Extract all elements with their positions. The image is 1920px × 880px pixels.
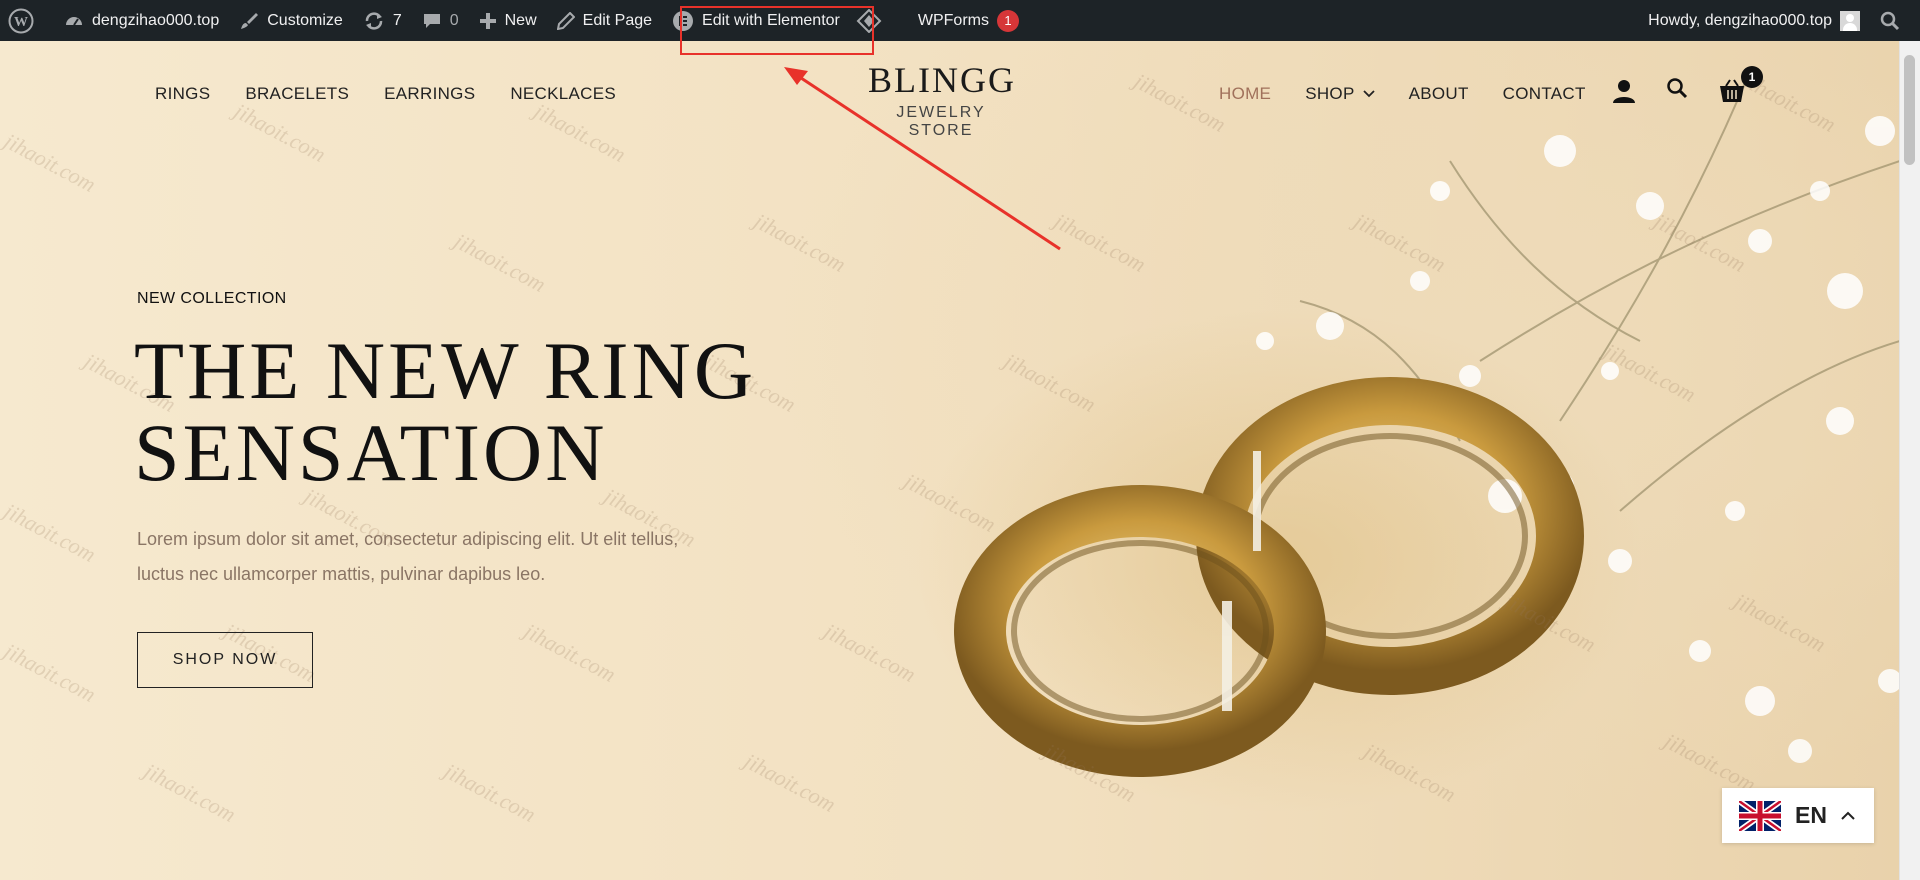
brush-icon — [241, 12, 259, 29]
edit-page-label: Edit Page — [582, 11, 653, 29]
edit-with-elementor-link[interactable]: Edit with Elementor — [662, 0, 850, 41]
edit-page-link[interactable]: Edit Page — [547, 0, 662, 41]
svg-text:W: W — [14, 15, 28, 30]
my-account-link[interactable]: Howdy, dengzihao000.top — [1638, 0, 1870, 41]
wordpress-icon[interactable]: W — [0, 0, 54, 41]
hero-kicker: NEW COLLECTION — [137, 290, 287, 307]
user-icon[interactable] — [1612, 78, 1636, 104]
logo-subtitle: JEWELRY STORE — [896, 104, 986, 139]
refresh-icon — [365, 11, 383, 30]
language-code: EN — [1795, 802, 1827, 828]
hero-description-line-1: Lorem ipsum dolor sit amet, consectetur … — [137, 529, 679, 549]
nav-item-rings[interactable]: RINGS — [155, 84, 210, 104]
main-nav: HOME SHOP ABOUT CONTACT — [1219, 84, 1586, 104]
site-name-link[interactable]: dengzihao000.top — [54, 0, 229, 41]
wp-admin-bar: W dengzihao000.top Customize 7 0 New Edi… — [0, 0, 1920, 41]
header-icons: 1 — [1612, 66, 1763, 104]
pencil-icon — [556, 11, 575, 30]
avatar — [1840, 10, 1860, 31]
chevron-up-icon — [1841, 811, 1855, 820]
nav-item-home[interactable]: HOME — [1219, 84, 1271, 104]
page-scrollbar[interactable] — [1899, 41, 1920, 880]
comment-icon — [423, 13, 440, 28]
edit-with-elementor-label: Edit with Elementor — [702, 11, 840, 29]
updates-count: 7 — [392, 11, 402, 29]
customize-label: Customize — [267, 11, 343, 29]
wpforms-notification-badge: 1 — [996, 9, 1019, 32]
nav-item-contact[interactable]: CONTACT — [1503, 84, 1586, 104]
elementor-icon — [673, 10, 694, 31]
cart-button[interactable]: 1 — [1718, 66, 1763, 104]
updates-link[interactable]: 7 — [353, 0, 412, 41]
diamond-icon[interactable] — [850, 0, 904, 41]
new-content-link[interactable]: New — [469, 0, 547, 41]
language-switcher[interactable]: EN — [1722, 788, 1874, 843]
hero-headline: THE NEW RING SENSATION — [134, 330, 854, 494]
comments-link[interactable]: 0 — [412, 0, 469, 41]
customize-link[interactable]: Customize — [229, 0, 353, 41]
nav-item-necklaces[interactable]: NECKLACES — [510, 84, 616, 104]
nav-item-about[interactable]: ABOUT — [1409, 84, 1469, 104]
uk-flag-icon — [1739, 800, 1781, 831]
dashboard-icon — [66, 16, 82, 26]
nav-item-shop[interactable]: SHOP — [1305, 84, 1375, 104]
hero-description-line-2: luctus nec ullamcorper mattis, pulvinar … — [137, 564, 546, 584]
wpforms-label: WPForms — [917, 11, 989, 29]
admin-search-button[interactable] — [1870, 0, 1920, 41]
cart-count-badge: 1 — [1741, 66, 1763, 88]
hero-headline-line-1: THE NEW RING — [134, 325, 757, 416]
site-name-label: dengzihao000.top — [92, 11, 220, 29]
wpforms-link[interactable]: WPForms 1 — [904, 0, 1029, 41]
hero-headline-line-2: SENSATION — [134, 407, 608, 498]
nav-item-bracelets[interactable]: BRACELETS — [245, 84, 349, 104]
scrollbar-thumb[interactable] — [1904, 55, 1915, 165]
logo-title: BLINGG — [868, 60, 1016, 100]
category-nav: RINGS BRACELETS EARRINGS NECKLACES — [155, 84, 616, 104]
comments-count: 0 — [449, 11, 459, 29]
search-icon — [1880, 11, 1900, 30]
howdy-label: Howdy, dengzihao000.top — [1648, 11, 1832, 29]
site-logo[interactable]: BLINGG JEWELRY STORE — [868, 60, 1014, 140]
hero-description: Lorem ipsum dolor sit amet, consectetur … — [137, 522, 737, 592]
nav-item-earrings[interactable]: EARRINGS — [384, 84, 475, 104]
chevron-down-icon — [1362, 90, 1375, 98]
search-icon[interactable] — [1666, 77, 1688, 99]
plus-icon — [479, 12, 496, 29]
nav-item-shop-label: SHOP — [1305, 84, 1355, 103]
shop-now-button[interactable]: SHOP NOW — [137, 632, 313, 688]
new-label: New — [504, 11, 537, 29]
